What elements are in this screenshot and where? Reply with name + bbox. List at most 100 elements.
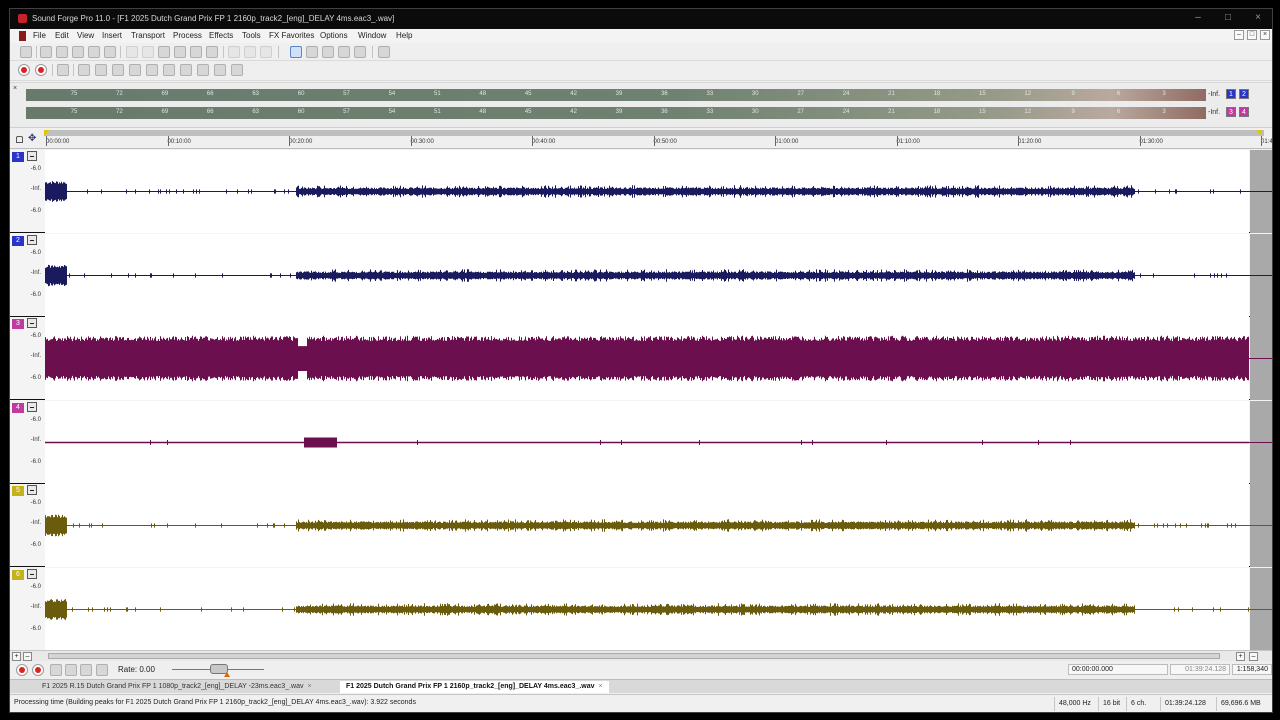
doc-tab-active[interactable]: F1 2025 Dutch Grand Prix FP 1 2160p_trac… xyxy=(340,681,609,693)
audio-channel-6[interactable]: 6 -6.0 -Inf. -6.0 xyxy=(10,567,1272,651)
redo-icon[interactable] xyxy=(244,46,256,58)
trim-icon[interactable] xyxy=(206,46,218,58)
waveform[interactable] xyxy=(45,568,1249,651)
menu-view[interactable]: View xyxy=(77,31,94,40)
cursor-position-field[interactable]: 00:00:00.000 xyxy=(1068,664,1168,675)
mdi-restore-button[interactable]: □ xyxy=(1247,30,1257,40)
mix-icon[interactable] xyxy=(174,46,186,58)
record-arm-icon[interactable] xyxy=(35,64,47,76)
record-icon[interactable] xyxy=(18,64,30,76)
new-file-icon[interactable] xyxy=(20,46,32,58)
audio-channel-4[interactable]: 4 -6.0 -Inf. -6.0 xyxy=(10,400,1272,484)
start-marker[interactable] xyxy=(44,130,50,136)
save-as-icon[interactable] xyxy=(72,46,84,58)
paste-special-icon[interactable] xyxy=(190,46,202,58)
next-marker-icon[interactable] xyxy=(214,64,226,76)
stop-icon[interactable] xyxy=(129,64,141,76)
record-icon[interactable] xyxy=(16,664,28,676)
audio-channel-5[interactable]: 5 -6.0 -Inf. -6.0 xyxy=(10,484,1272,567)
channel-number-badge[interactable]: 3 xyxy=(12,319,24,329)
channel-minimize-button[interactable] xyxy=(27,401,37,412)
record-arm-icon[interactable] xyxy=(32,664,44,676)
menu-help[interactable]: Help xyxy=(396,31,412,40)
go-to-start-icon[interactable] xyxy=(50,664,62,676)
repeat-icon[interactable] xyxy=(260,46,272,58)
undo-icon[interactable] xyxy=(228,46,240,58)
zoom-out-left-button[interactable]: – xyxy=(23,652,32,661)
print-icon[interactable] xyxy=(104,46,116,58)
stop-icon[interactable] xyxy=(80,664,92,676)
channel-number-badge[interactable]: 6 xyxy=(12,569,24,580)
rewind-icon[interactable] xyxy=(180,64,192,76)
waveform-area[interactable]: 1 -6.0 -Inf. -6.0 2 -6.0 -Inf. -6.0 3 -6.0 -Inf. -6… xyxy=(10,150,1272,651)
horizontal-scrollbar[interactable]: + – + – xyxy=(10,650,1272,661)
channel-minimize-button[interactable] xyxy=(27,568,37,579)
go-to-end-icon[interactable] xyxy=(231,64,243,76)
mdi-minimize-button[interactable]: – xyxy=(1234,30,1244,40)
magnify-tool-icon[interactable] xyxy=(306,46,318,58)
waveform[interactable] xyxy=(45,484,1249,567)
waveform[interactable] xyxy=(45,317,1249,400)
waveform[interactable] xyxy=(45,234,1249,317)
audio-channel-3[interactable]: 3 -6.0 -Inf. -6.0 xyxy=(10,317,1272,400)
sample-rate[interactable]: 48,000 Hz xyxy=(1054,697,1095,711)
mdi-close-button[interactable]: × xyxy=(1260,30,1270,40)
channel-number-badge[interactable]: 1 xyxy=(12,152,24,162)
event-tool-icon[interactable] xyxy=(354,46,366,58)
channel-number-badge[interactable]: 5 xyxy=(12,486,24,496)
menu-transport[interactable]: Transport xyxy=(131,31,165,40)
copy-icon[interactable] xyxy=(142,46,154,58)
close-button[interactable]: × xyxy=(1246,11,1270,25)
menu-effects[interactable]: Effects xyxy=(209,31,233,40)
paste-icon[interactable] xyxy=(158,46,170,58)
channel-chip-1[interactable]: 1 xyxy=(1226,89,1236,99)
meters-close-icon[interactable]: × xyxy=(13,85,17,92)
close-tab-icon[interactable]: × xyxy=(599,683,603,690)
menu-tools[interactable]: Tools xyxy=(242,31,261,40)
menu-file[interactable]: File xyxy=(33,31,46,40)
menu-insert[interactable]: Insert xyxy=(102,31,122,40)
zoom-out-right-button[interactable]: – xyxy=(1249,652,1258,661)
snap-icon[interactable]: ✥ xyxy=(28,133,36,144)
waveform[interactable] xyxy=(45,150,1249,233)
zoom-in-right-button[interactable]: + xyxy=(1236,652,1245,661)
channel-minimize-button[interactable] xyxy=(27,485,37,495)
channel-minimize-button[interactable] xyxy=(27,151,37,161)
play-icon[interactable] xyxy=(95,64,107,76)
audio-channel-1[interactable]: 1 -6.0 -Inf. -6.0 xyxy=(10,150,1272,233)
play-icon[interactable] xyxy=(96,664,108,676)
close-tab-icon[interactable]: × xyxy=(307,683,311,690)
document-icon[interactable] xyxy=(19,31,26,41)
channel-count[interactable]: 6 ch. xyxy=(1126,697,1150,711)
previous-marker-icon[interactable] xyxy=(163,64,175,76)
channel-chip-3[interactable]: 3 xyxy=(1226,107,1236,117)
cut-icon[interactable] xyxy=(126,46,138,58)
channel-number-badge[interactable]: 4 xyxy=(12,402,24,413)
menu-edit[interactable]: Edit xyxy=(55,31,69,40)
channel-minimize-button[interactable] xyxy=(27,318,37,328)
go-to-end-icon[interactable] xyxy=(65,664,77,676)
render-icon[interactable] xyxy=(88,46,100,58)
save-icon[interactable] xyxy=(56,46,68,58)
channel-minimize-button[interactable] xyxy=(27,234,37,245)
menu-window[interactable]: Window xyxy=(358,31,386,40)
loop-icon[interactable] xyxy=(57,64,69,76)
menu-fx-favorites[interactable]: FX Favorites xyxy=(269,31,314,40)
scrollbar-thumb[interactable] xyxy=(48,653,1220,659)
play-all-icon[interactable] xyxy=(78,64,90,76)
menu-options[interactable]: Options xyxy=(320,31,348,40)
pencil-tool-icon[interactable] xyxy=(322,46,334,58)
time-ruler[interactable]: ✥ 00:00:00 00:10:00 00:20:00 00:30:00 00:40:… xyxy=(10,129,1272,149)
envelope-tool-icon[interactable] xyxy=(338,46,350,58)
lock-icon[interactable] xyxy=(16,136,23,143)
menu-process[interactable]: Process xyxy=(173,31,202,40)
channel-number-badge[interactable]: 2 xyxy=(12,235,24,246)
open-folder-icon[interactable] xyxy=(40,46,52,58)
restore-button[interactable]: □ xyxy=(1216,11,1240,25)
zoom-in-left-button[interactable]: + xyxy=(12,652,21,661)
audio-channel-2[interactable]: 2 -6.0 -Inf. -6.0 xyxy=(10,233,1272,317)
bit-depth[interactable]: 16 bit xyxy=(1098,697,1124,711)
go-to-start-icon[interactable] xyxy=(146,64,158,76)
channel-chip-2[interactable]: 2 xyxy=(1239,89,1249,99)
refresh-icon[interactable] xyxy=(378,46,390,58)
